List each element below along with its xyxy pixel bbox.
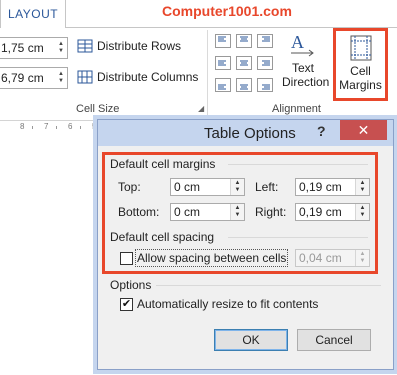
align-bottom-right-icon[interactable] bbox=[257, 78, 273, 92]
align-top-center-icon[interactable] bbox=[236, 34, 252, 48]
ruler-tick bbox=[80, 126, 81, 129]
section-divider bbox=[228, 164, 368, 165]
left-label: Left: bbox=[255, 180, 279, 194]
dialog-launcher-icon[interactable]: ◢ bbox=[198, 104, 204, 113]
close-button[interactable]: ✕ bbox=[340, 120, 387, 140]
ruler-number: 5 bbox=[92, 122, 97, 131]
distribute-rows-button[interactable]: Distribute Rows bbox=[77, 39, 181, 53]
text-direction-label-1: Text bbox=[291, 61, 314, 75]
text-direction-label-2: Direction bbox=[282, 75, 330, 89]
cell-margins-label-2: Margins bbox=[339, 78, 382, 92]
distribute-rows-icon bbox=[77, 39, 93, 53]
cell-size-group-label: Cell Size bbox=[76, 103, 120, 115]
watermark-text: Computer1001.com bbox=[162, 3, 292, 19]
distribute-columns-label: Distribute Columns bbox=[97, 70, 199, 84]
allow-spacing-label[interactable]: Allow spacing between cells bbox=[134, 249, 289, 267]
ruler-number: 8 bbox=[20, 122, 25, 131]
cell-height-value: 1,75 cm bbox=[1, 41, 44, 55]
checkmark-icon: ✔ bbox=[121, 298, 132, 310]
top-margin-spinner[interactable]: 0 cm ▲ ▼ bbox=[170, 178, 245, 196]
spinner-arrows-icon[interactable]: ▲ ▼ bbox=[55, 68, 67, 88]
distribute-columns-icon bbox=[77, 70, 93, 84]
distribute-rows-label: Distribute Rows bbox=[97, 39, 182, 53]
svg-text:A: A bbox=[291, 32, 304, 52]
dialog-title: Table Options bbox=[204, 125, 296, 142]
section-divider bbox=[228, 237, 368, 238]
cell-width-spinner[interactable]: 6,79 cm ▲ ▼ bbox=[0, 67, 68, 89]
default-cell-margins-label: Default cell margins bbox=[110, 157, 216, 171]
ok-button[interactable]: OK bbox=[214, 329, 288, 351]
align-top-left-icon[interactable] bbox=[215, 34, 231, 48]
text-direction-icon: A bbox=[291, 32, 314, 57]
bottom-margin-value: 0 cm bbox=[174, 205, 201, 219]
spinner-arrows-icon[interactable]: ▲ ▼ bbox=[355, 179, 369, 195]
options-label: Options bbox=[110, 278, 152, 292]
cell-width-value: 6,79 cm bbox=[1, 71, 44, 85]
spacing-spinner[interactable]: 0,04 cm ▲ ▼ bbox=[295, 249, 370, 267]
ruler-number: 7 bbox=[44, 122, 49, 131]
auto-resize-label[interactable]: Automatically resize to fit contents bbox=[137, 297, 318, 311]
align-bottom-left-icon[interactable] bbox=[215, 78, 231, 92]
right-label: Right: bbox=[255, 205, 287, 219]
ribbon-tab-strip: LAYOUT Computer1001.com bbox=[0, 0, 397, 28]
spacing-value: 0,04 cm bbox=[299, 251, 342, 265]
right-margin-spinner[interactable]: 0,19 cm ▲ ▼ bbox=[295, 203, 370, 221]
ruler-tick bbox=[32, 126, 33, 129]
tab-layout[interactable]: LAYOUT bbox=[0, 0, 66, 28]
section-divider bbox=[156, 285, 381, 286]
align-bottom-center-icon[interactable] bbox=[236, 78, 252, 92]
left-margin-value: 0,19 cm bbox=[299, 180, 342, 194]
left-margin-spinner[interactable]: 0,19 cm ▲ ▼ bbox=[295, 178, 370, 196]
alignment-group-label: Alignment bbox=[272, 103, 321, 115]
allow-spacing-checkbox[interactable] bbox=[120, 252, 133, 265]
right-margin-value: 0,19 cm bbox=[299, 205, 342, 219]
help-button[interactable]: ? bbox=[317, 123, 326, 139]
cancel-button[interactable]: Cancel bbox=[297, 329, 371, 351]
dialog-titlebar[interactable]: Table Options ? ✕ bbox=[98, 120, 393, 146]
spinner-arrows-icon[interactable]: ▲ ▼ bbox=[355, 204, 369, 220]
bottom-margin-spinner[interactable]: 0 cm ▲ ▼ bbox=[170, 203, 245, 221]
spinner-arrows-icon[interactable]: ▲ ▼ bbox=[355, 250, 369, 266]
spinner-arrows-icon[interactable]: ▲ ▼ bbox=[230, 179, 244, 195]
align-top-right-icon[interactable] bbox=[257, 34, 273, 48]
top-label: Top: bbox=[118, 180, 141, 194]
ruler-tick bbox=[56, 126, 57, 129]
align-center-right-icon[interactable] bbox=[257, 56, 273, 70]
distribute-columns-button[interactable]: Distribute Columns bbox=[77, 70, 198, 84]
cell-margins-label-1: Cell bbox=[350, 64, 371, 78]
cell-margins-button[interactable]: Cell Margins bbox=[333, 28, 388, 101]
group-separator bbox=[207, 30, 208, 118]
align-center-left-icon[interactable] bbox=[215, 56, 231, 70]
bottom-label: Bottom: bbox=[118, 205, 160, 219]
text-direction-button[interactable]: A Text Direction bbox=[282, 32, 330, 89]
ruler-number: 6 bbox=[68, 122, 73, 131]
align-center-icon[interactable] bbox=[236, 56, 252, 70]
cell-height-spinner[interactable]: 1,75 cm ▲ ▼ bbox=[0, 37, 68, 59]
spinner-arrows-icon[interactable]: ▲ ▼ bbox=[55, 38, 67, 58]
auto-resize-checkbox[interactable]: ✔ bbox=[120, 298, 133, 311]
cell-margins-icon bbox=[350, 35, 371, 61]
default-cell-spacing-label: Default cell spacing bbox=[110, 230, 215, 244]
top-margin-value: 0 cm bbox=[174, 180, 201, 194]
table-options-dialog: Table Options ? ✕ Default cell margins T… bbox=[97, 119, 394, 370]
spinner-arrows-icon[interactable]: ▲ ▼ bbox=[230, 204, 244, 220]
